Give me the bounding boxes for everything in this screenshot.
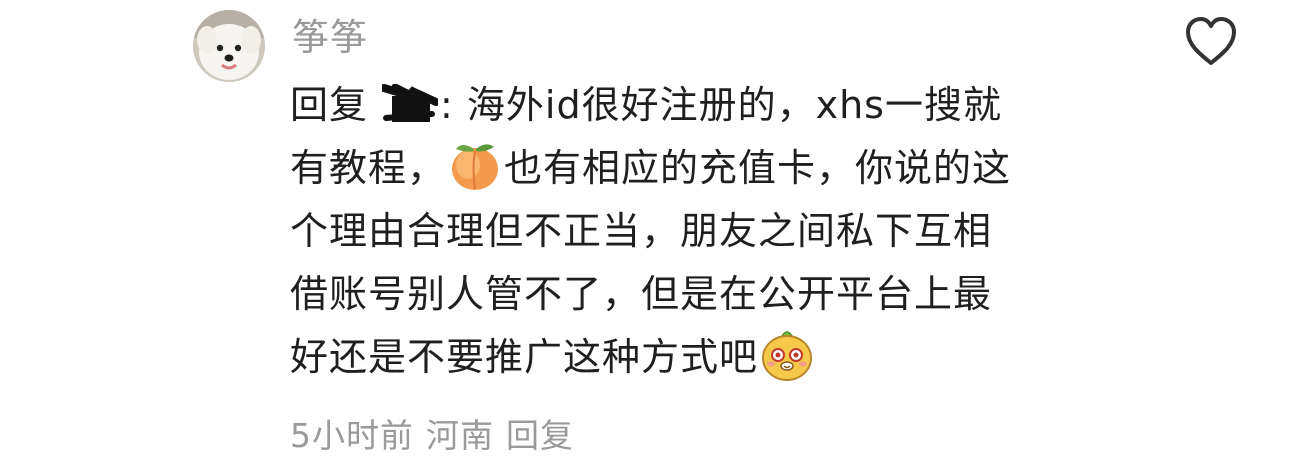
comment-text-line-6: 好还是不要推广这种方式吧 [290, 335, 759, 379]
reply-prefix: 回复 [290, 83, 369, 127]
mascot-face-icon [762, 331, 813, 381]
comment-text-line-3: 也有相应的充值卡，你说的这 [504, 146, 1012, 190]
comment-meta: 5小时前 河南 回复 [290, 412, 586, 460]
reply-button[interactable]: 回复 [506, 416, 574, 455]
comment-text-line-1: 海外id很好注册的，xhs一搜就 [466, 83, 1002, 127]
comment-line-2: 有教程， 也有相应的充值卡，你说的这 [290, 137, 1120, 200]
reply-separator: : [440, 83, 454, 127]
comment-body: 回复 : 海外id很好注册的，xhs一搜就 有教程， 也有相应的充值卡，你说的这… [290, 74, 1120, 389]
comment-line-5: 借账号别人管不了，但是在公开平台上最 [290, 272, 993, 316]
comment-line-6: 好还是不要推广这种方式吧 [290, 326, 1120, 389]
like-button[interactable] [1182, 14, 1240, 68]
username[interactable]: 筝筝 [292, 14, 368, 62]
peach-emoji [448, 139, 502, 193]
avatar[interactable] [193, 10, 265, 82]
timestamp: 5小时前 [290, 416, 414, 455]
comment-text-line-2: 有教程， [290, 146, 447, 190]
redacted-mention [380, 80, 441, 122]
white-dog-avatar-image [193, 10, 265, 82]
comment-line-1: 回复 : 海外id很好注册的，xhs一搜就 [290, 74, 1120, 137]
redaction-scribble-icon [380, 82, 441, 122]
location: 河南 [426, 416, 494, 455]
cute-mascot-emoji [760, 328, 814, 382]
heart-outline-icon [1186, 17, 1236, 65]
comment-line-4: 个理由合理但不正当，朋友之间私下互相 [290, 209, 993, 253]
comment-item: 筝筝 回复 : 海外id很好注册的，xhs一搜就 有教程， 也有相应的充值卡，你… [0, 0, 1290, 472]
peach-icon [452, 144, 499, 190]
